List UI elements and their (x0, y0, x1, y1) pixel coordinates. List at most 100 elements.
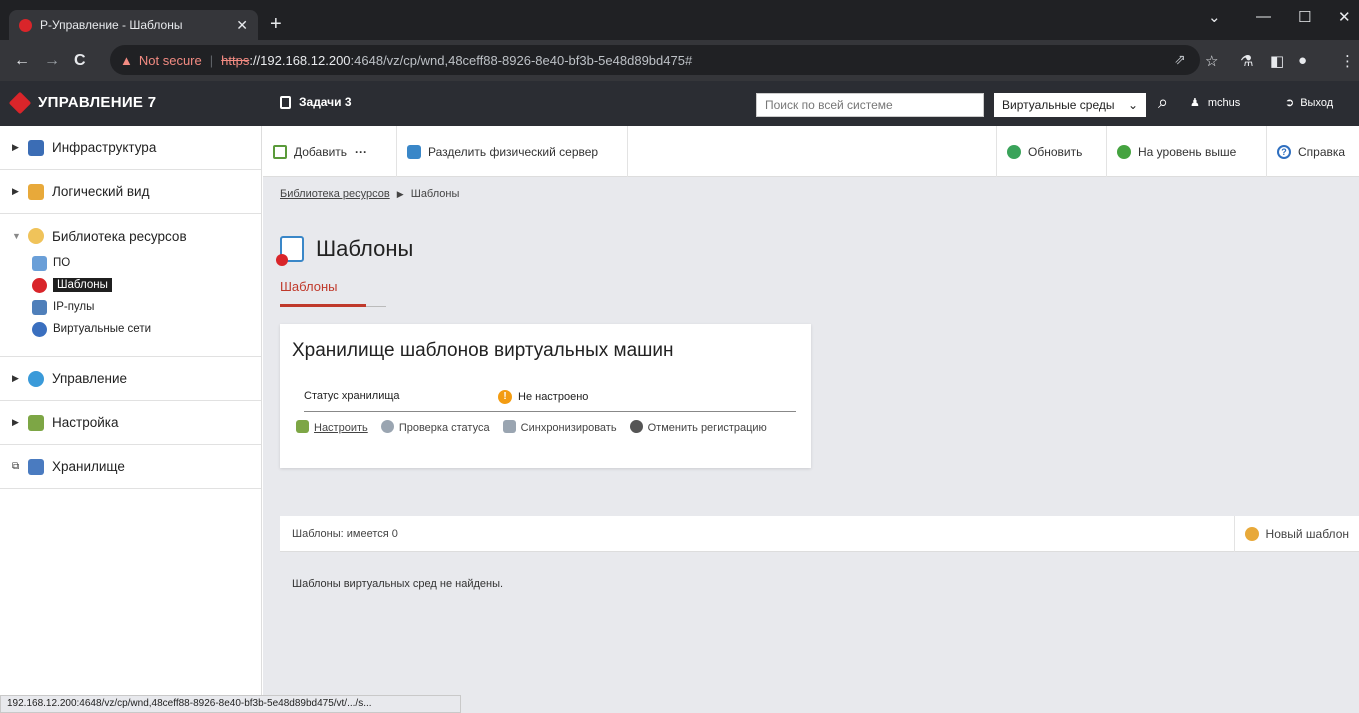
storage-status-row: Статус хранилища ! Не настроено (304, 390, 796, 412)
breadcrumb: Библиотека ресурсов ▶ Шаблоны (280, 188, 459, 200)
sync-label: Синхронизировать (520, 422, 617, 434)
breadcrumb-separator-icon: ▶ (396, 189, 404, 199)
sync-button[interactable]: Синхронизировать (502, 420, 617, 434)
environment-select[interactable]: Виртуальные среды ⌄ (994, 93, 1146, 117)
clipboard-icon (280, 95, 291, 109)
tab-close-icon[interactable]: ✕ (236, 17, 248, 34)
sidebar-item-label: Управление (52, 371, 128, 386)
link-status-bar: 192.168.12.200:4648/vz/cp/wnd,48ceff88-8… (0, 695, 461, 713)
refresh-button[interactable]: Обновить (996, 126, 1106, 177)
tab-underline (366, 306, 386, 307)
sidebar-group-library: ▼ Библиотека ресурсов ПО Шаблоны IP-пулы… (0, 214, 261, 357)
sidebar-item-label: Хранилище (52, 459, 125, 474)
sync-icon (502, 420, 516, 433)
logout-label: Выход (1300, 96, 1334, 109)
storage-icon (28, 458, 44, 475)
split-server-label: Разделить физический сервер (428, 144, 599, 159)
share-icon[interactable]: ⇗ (1174, 51, 1186, 68)
page-title: Шаблоны (276, 236, 414, 266)
sidebar-subitem-label: Виртуальные сети (53, 323, 152, 335)
templates-icon (32, 277, 47, 293)
sidebar-item-logical-view[interactable]: ▶ Логический вид (0, 170, 261, 214)
configure-icon (296, 420, 309, 433)
expand-arrow-icon: ▶ (12, 373, 19, 383)
sidebar-subitem-virtual-networks[interactable]: Виртуальные сети (0, 318, 261, 340)
logout-button[interactable]: ➲ Выход (1285, 96, 1334, 110)
browser-toolbar: ← → C ▲ Not secure | https://192.168.12.… (0, 40, 1359, 81)
virtual-networks-icon (32, 321, 47, 337)
reload-button[interactable]: C (74, 52, 86, 70)
bookmark-star-icon[interactable]: ☆ (1205, 52, 1218, 70)
storage-status-text: Не настроено (518, 391, 589, 403)
check-status-label: Проверка статуса (398, 422, 490, 434)
add-button[interactable]: Добавить ··· (263, 126, 397, 177)
new-template-label: Новый шаблон (1265, 527, 1349, 541)
address-bar[interactable]: ▲ Not secure | https://192.168.12.200:46… (110, 45, 1200, 75)
forward-button[interactable]: → (44, 52, 60, 70)
restore-button[interactable]: ☐ (1298, 8, 1311, 26)
browser-menu-icon[interactable]: ⋮ (1340, 52, 1355, 70)
close-window-button[interactable]: ✕ (1338, 8, 1351, 26)
labs-flask-icon[interactable]: ⚗ (1240, 52, 1253, 70)
chevron-down-icon: ⌄ (1127, 98, 1138, 112)
check-status-icon (380, 420, 394, 433)
sidebar-item-label: Инфраструктура (52, 140, 157, 155)
cancel-registration-button[interactable]: Отменить регистрацию (629, 420, 767, 434)
more-icon[interactable]: ··· (355, 145, 367, 159)
level-up-label: На уровень выше (1138, 144, 1237, 159)
browser-tab[interactable]: Р-Управление - Шаблоны ✕ (9, 10, 258, 40)
new-template-button[interactable]: Новый шаблон (1233, 516, 1359, 552)
new-tab-button[interactable]: + (270, 14, 282, 34)
new-template-icon (1244, 527, 1259, 541)
configure-link[interactable]: Настроить (314, 422, 368, 434)
profile-icon[interactable]: ● (1298, 52, 1307, 69)
tab-search-chevron-icon[interactable]: ⌄ (1208, 8, 1221, 26)
back-button[interactable]: ← (14, 52, 30, 70)
help-button[interactable]: ? Справка (1266, 126, 1359, 177)
software-icon (32, 255, 47, 271)
sidebar-item-label: Настройка (52, 415, 119, 430)
url-scheme: https (221, 52, 250, 68)
app-header: УПРАВЛЕНИЕ 7 Задачи 3 Поиск по всей сист… (0, 81, 1359, 126)
tab-templates[interactable]: Шаблоны (280, 279, 338, 294)
sidebar-item-settings[interactable]: ▶ Настройка (0, 401, 261, 445)
page-title-text: Шаблоны (316, 236, 414, 261)
logout-icon: ➲ (1285, 97, 1295, 109)
sidebar-item-storage[interactable]: ⧉ Хранилище (0, 445, 261, 489)
brand-logo[interactable]: УПРАВЛЕНИЕ 7 (8, 91, 156, 114)
browser-tabstrip: Р-Управление - Шаблоны ✕ + ⌄ — ☐ ✕ (0, 0, 1359, 40)
level-up-button[interactable]: На уровень выше (1106, 126, 1266, 177)
environment-select-value: Виртуальные среды (1002, 98, 1115, 112)
help-icon: ? (1277, 144, 1291, 159)
side-panel-icon[interactable]: ◧ (1270, 52, 1284, 70)
sidebar-subitem-label: ПО (53, 257, 71, 269)
user-icon: ♟ (1190, 97, 1200, 109)
user-name: mchus (1207, 96, 1241, 109)
tasks-button[interactable]: Задачи 3 (280, 95, 352, 109)
templates-count: Шаблоны: имеется 0 (292, 528, 398, 540)
card-actions: Настроить Проверка статуса Синхронизиров… (296, 420, 796, 436)
sidebar-subitem-software[interactable]: ПО (0, 252, 261, 274)
configure-button[interactable]: Настроить (296, 420, 368, 434)
action-bar: Добавить ··· Разделить физический сервер… (263, 126, 1359, 177)
templates-list-header: Шаблоны: имеется 0 Новый шаблон (280, 516, 1359, 552)
sidebar-subitem-label: Шаблоны (53, 278, 112, 292)
ip-pools-icon (32, 299, 47, 315)
sidebar-item-management[interactable]: ▶ Управление (0, 357, 261, 401)
user-menu[interactable]: ♟ mchus (1190, 96, 1241, 110)
sidebar-item-infrastructure[interactable]: ▶ Инфраструктура (0, 126, 261, 170)
breadcrumb-library-link[interactable]: Библиотека ресурсов (280, 188, 390, 200)
split-server-button[interactable]: Разделить физический сервер (397, 126, 628, 177)
search-icon[interactable]: ⌕ (1158, 92, 1168, 113)
check-status-button[interactable]: Проверка статуса (380, 420, 490, 434)
card-title: Хранилище шаблонов виртуальных машин (292, 340, 674, 361)
add-label: Добавить (294, 144, 348, 159)
sidebar: ▶ Инфраструктура ▶ Логический вид ▼ Библ… (0, 126, 262, 713)
collapse-arrow-icon: ▼ (12, 231, 21, 241)
minimize-button[interactable]: — (1256, 8, 1271, 25)
global-search-input[interactable]: Поиск по всей системе (756, 93, 984, 117)
not-secure-label: Not secure (138, 52, 202, 68)
settings-icon (28, 414, 44, 431)
sidebar-subitem-templates[interactable]: Шаблоны (0, 274, 261, 296)
sidebar-subitem-ip-pools[interactable]: IP-пулы (0, 296, 261, 318)
